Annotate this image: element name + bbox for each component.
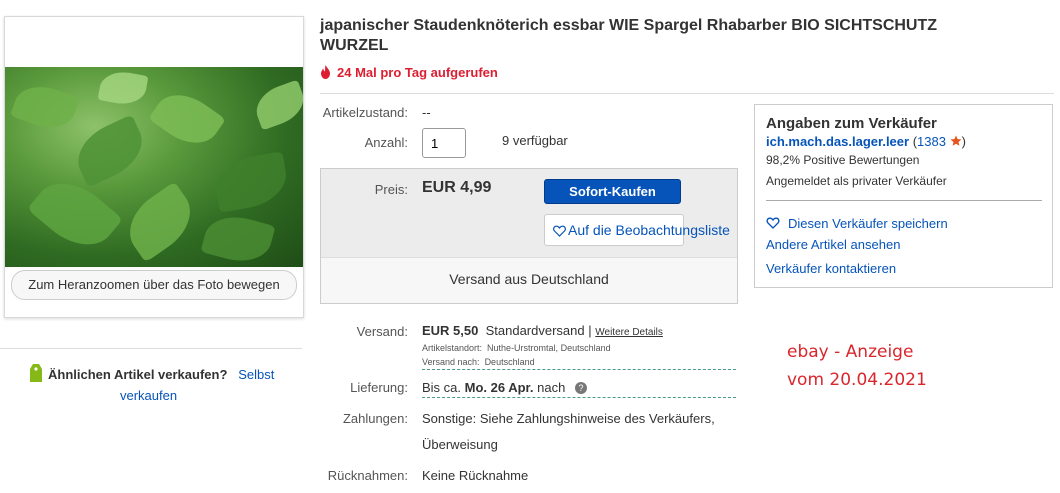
views-counter: 24 Mal pro Tag aufgerufen	[320, 65, 498, 80]
seller-heading: Angaben zum Verkäufer	[766, 115, 937, 132]
payments-line1: Sonstige: Siehe Zahlungshinweise des Ver…	[422, 411, 715, 426]
listing-title: japanischer Staudenknöterich essbar WIE …	[320, 17, 938, 54]
shipping-details-link[interactable]: Weitere Details	[595, 327, 663, 338]
condition-value: --	[422, 105, 431, 120]
quantity-available: 9 verfügbar	[502, 133, 568, 148]
shipping-divider	[422, 369, 736, 370]
price-tag-icon	[30, 364, 42, 387]
other-items-link[interactable]: Andere Artikel ansehen	[766, 237, 900, 252]
feedback-count-link[interactable]: 1383	[917, 134, 946, 149]
ships-from: Versand aus Deutschland	[321, 257, 737, 303]
payments-line2: Überweisung	[422, 437, 498, 452]
seller-info-box: Angaben zum Verkäufer ich.mach.das.lager…	[754, 104, 1053, 288]
delivery-estimate: Bis ca. Mo. 26 Apr. nach ?	[422, 380, 587, 395]
info-icon[interactable]: ?	[574, 382, 587, 394]
save-seller-link[interactable]: Diesen Verkäufer speichern	[766, 216, 948, 231]
shipping-cost: EUR 5,50	[422, 323, 479, 338]
annotation-line2: vom 20.04.2021	[787, 370, 927, 390]
returns-value: Keine Rücknahme	[422, 468, 529, 483]
star-icon	[950, 135, 962, 146]
flame-icon	[321, 65, 330, 79]
quantity-input[interactable]	[422, 128, 466, 158]
quantity-label: Anzahl:	[364, 135, 408, 150]
contact-seller-link[interactable]: Verkäufer kontaktieren	[766, 261, 896, 276]
watchlist-button[interactable]: Auf die Beobachtungsliste	[544, 214, 730, 246]
delivery-divider	[422, 397, 736, 398]
delivery-label: Lieferung:	[350, 380, 408, 395]
seller-divider	[766, 200, 1042, 201]
shipping-line: EUR 5,50 Standardversand | Weitere Detai…	[422, 323, 663, 338]
shipping-method: Standardversand	[485, 323, 585, 338]
sell-yourself-link-cont[interactable]: verkaufen	[120, 388, 177, 403]
seller-registered: Angemeldet als privater Verkäufer	[766, 174, 947, 188]
heart-icon	[766, 217, 780, 229]
photo-card: Zum Heranzoomen über das Foto bewegen	[4, 16, 304, 318]
sell-yourself-link[interactable]: Selbst	[238, 367, 274, 382]
seller-positive: 98,2% Positive Bewertungen	[766, 153, 920, 167]
shipping-label: Versand:	[356, 324, 408, 339]
payments-label: Zahlungen:	[342, 411, 408, 426]
heart-icon	[553, 225, 566, 237]
price-value: EUR 4,99	[422, 179, 492, 196]
sell-similar-box: Ähnlichen Artikel verkaufen? Selbst verk…	[30, 364, 300, 405]
ships-to: Versand nach: Deutschland	[422, 357, 535, 367]
zoom-hint: Zum Heranzoomen über das Foto bewegen	[11, 270, 297, 300]
left-divider	[0, 348, 302, 349]
condition-label: Artikelzustand:	[322, 105, 408, 120]
title-divider	[320, 93, 1054, 94]
product-photo[interactable]	[5, 67, 303, 267]
sell-similar-question: Ähnlichen Artikel verkaufen?	[48, 366, 228, 382]
price-label: Preis:	[374, 182, 408, 197]
seller-name-line: ich.mach.das.lager.leer (1383 )	[766, 134, 966, 149]
annotation-note: ebay - Anzeige vom 20.04.2021	[754, 328, 1054, 416]
returns-label: Rücknahmen:	[327, 468, 408, 483]
seller-name-link[interactable]: ich.mach.das.lager.leer	[766, 134, 909, 149]
item-location: Artikelstandort: Nuthe-Urstromtal, Deuts…	[422, 343, 611, 353]
buy-now-button[interactable]: Sofort-Kaufen	[544, 179, 681, 204]
annotation-line1: ebay - Anzeige	[787, 342, 914, 362]
